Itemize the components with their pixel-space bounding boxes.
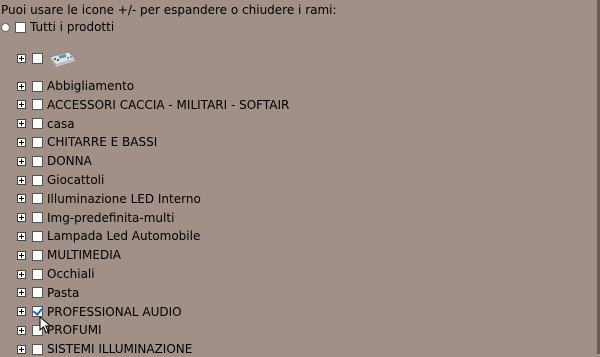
tree-item-label: DONNA xyxy=(47,154,92,169)
tree-item: Giocattoli xyxy=(17,172,104,188)
tree-item: Abbigliamento xyxy=(17,78,134,94)
item-checkbox[interactable] xyxy=(32,174,43,186)
tree-item: DONNA xyxy=(17,153,92,169)
tree-item-label: Pasta xyxy=(47,285,80,300)
tree-item-label: Lampada Led Automobile xyxy=(47,229,201,244)
item-checkbox[interactable] xyxy=(32,99,43,111)
tree-item-label: MULTIMEDIA xyxy=(47,248,121,263)
tree-item-label: Occhiali xyxy=(47,267,95,281)
expand-icon[interactable] xyxy=(17,100,26,110)
tree-item: Img-predefinita-multi xyxy=(17,210,174,226)
product-thumbnail-icon xyxy=(49,51,76,67)
expand-icon[interactable] xyxy=(17,250,26,260)
expand-icon[interactable] xyxy=(17,307,26,317)
item-checkbox[interactable] xyxy=(32,287,43,299)
item-checkbox[interactable] xyxy=(32,155,43,167)
expand-icon[interactable] xyxy=(17,81,26,91)
tree-item-label: ACCESSORI CACCIA - MILITARI - SOFTAIR xyxy=(47,97,290,112)
tree-hint-text: Puoi usare le icone +/- per espandere o … xyxy=(1,3,337,17)
expand-icon[interactable] xyxy=(17,269,26,279)
item-checkbox[interactable] xyxy=(32,212,43,224)
tree-item: casa xyxy=(17,116,75,132)
tree-item-label: SISTEMI ILLUMINAZIONE xyxy=(47,342,193,357)
tree-root: Tutti i prodotti xyxy=(1,19,114,35)
item-checkbox[interactable] xyxy=(32,268,43,280)
tree-item-label: PROFUMI xyxy=(47,323,102,338)
tree-item-label: PROFESSIONAL AUDIO xyxy=(47,304,182,319)
expand-icon[interactable] xyxy=(17,194,26,204)
expand-icon[interactable] xyxy=(17,53,26,63)
expand-icon[interactable] xyxy=(17,231,26,241)
expand-icon[interactable] xyxy=(17,344,26,354)
tree-item-label: casa xyxy=(47,116,75,131)
expand-icon[interactable] xyxy=(17,175,26,185)
tree-item: CHITARRE E BASSI xyxy=(17,134,157,150)
tree-item: Occhiali xyxy=(17,266,95,282)
expand-icon[interactable] xyxy=(17,137,26,147)
tree-item: ACCESSORI CACCIA - MILITARI - SOFTAIR xyxy=(17,97,289,113)
item-checkbox[interactable] xyxy=(32,249,43,261)
item-checkbox[interactable] xyxy=(32,193,43,205)
expand-icon[interactable] xyxy=(17,119,26,129)
expand-icon[interactable] xyxy=(17,156,26,166)
root-radio[interactable] xyxy=(1,22,10,32)
item-checkbox[interactable] xyxy=(32,118,43,130)
item-checkbox[interactable] xyxy=(32,136,43,148)
tree-item-label: Abbigliamento xyxy=(47,79,135,93)
tree-item: PROFUMI xyxy=(17,322,102,338)
tree-item-label: CHITARRE E BASSI xyxy=(47,135,158,150)
item-checkbox[interactable] xyxy=(32,343,43,355)
expand-icon[interactable] xyxy=(17,288,26,298)
mouse-pointer-icon xyxy=(39,316,52,334)
item-checkbox[interactable] xyxy=(32,230,43,242)
tree-item: Illuminazione LED Interno xyxy=(17,191,201,207)
tree-item-label: Img-predefinita-multi xyxy=(47,210,175,225)
tree-item: Lampada Led Automobile xyxy=(17,228,200,244)
expand-icon[interactable] xyxy=(17,325,26,335)
root-label: Tutti i prodotti xyxy=(30,20,115,34)
item-checkbox[interactable] xyxy=(32,80,43,92)
tree-item-label: Illuminazione LED Interno xyxy=(47,191,201,206)
root-checkbox[interactable] xyxy=(15,21,26,33)
tree-item: Pasta xyxy=(17,285,79,301)
expand-icon[interactable] xyxy=(17,213,26,223)
item-checkbox[interactable] xyxy=(32,52,43,64)
tree-item: MULTIMEDIA xyxy=(17,247,121,263)
tree-item-label: Giocattoli xyxy=(47,173,105,187)
tree-item-image xyxy=(17,48,77,68)
tree-item: SISTEMI ILLUMINAZIONE xyxy=(17,341,192,357)
